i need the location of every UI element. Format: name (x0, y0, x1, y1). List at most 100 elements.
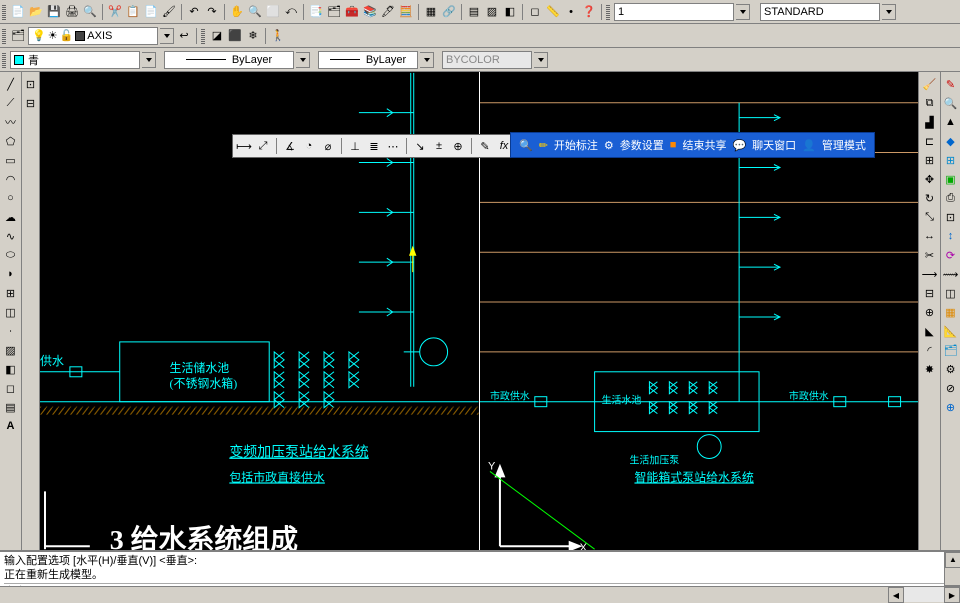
circle-icon[interactable]: ○ (3, 190, 19, 206)
revcloud-icon[interactable]: ☁ (3, 209, 19, 225)
sheet-icon[interactable]: 📚 (362, 4, 378, 20)
x9-icon[interactable]: ↕ (943, 228, 959, 244)
scroll-up-btn[interactable]: ▲ (945, 552, 960, 568)
open-icon[interactable]: 📂 (28, 4, 44, 20)
float-annot-toolbar[interactable]: 🔍 ✏ 开始标注 ⚙ 参数设置 ■ 结束共享 💬 聊天窗口 👤 管理模式 (510, 132, 875, 158)
stretch-icon[interactable]: ↔ (922, 228, 938, 244)
x17-icon[interactable]: ⊘ (943, 380, 959, 396)
scale-icon[interactable]: ⤡ (922, 209, 938, 225)
move-icon[interactable]: ✥ (922, 171, 938, 187)
scroll-track[interactable] (904, 587, 944, 602)
plotstyle-combo[interactable]: BYCOLOR (442, 51, 532, 69)
save-icon[interactable]: 💾 (46, 4, 62, 20)
scroll-right-btn[interactable]: ▶ (944, 587, 960, 603)
dim-edit-icon[interactable]: ✎ (477, 138, 493, 154)
linetype-combo[interactable]: ByLayer (164, 51, 294, 69)
rotate-icon[interactable]: ↻ (922, 190, 938, 206)
ellipse-icon[interactable]: ⬭ (3, 247, 19, 263)
spline-icon[interactable]: ∿ (3, 228, 19, 244)
tbl-icon[interactable]: ▤ (466, 4, 482, 20)
tool-a-icon[interactable]: ⊡ (23, 76, 39, 92)
color-combo[interactable]: 青 (10, 51, 140, 69)
new-icon[interactable]: 📄 (10, 4, 26, 20)
layer-combo[interactable]: 💡 ☀ 🔓 AXIS (28, 27, 158, 45)
grip[interactable] (2, 4, 6, 20)
x18-icon[interactable]: ⊕ (943, 399, 959, 415)
help-icon[interactable]: ❓ (581, 4, 597, 20)
annot-end[interactable]: 结束共享 (682, 137, 726, 153)
x12-icon[interactable]: ◫ (943, 285, 959, 301)
gear-icon[interactable]: ⚙ (604, 139, 614, 152)
x11-icon[interactable]: ⟿ (943, 266, 959, 282)
hatch-icon[interactable]: ▨ (484, 4, 500, 20)
scale-dd[interactable] (736, 4, 750, 20)
trim-icon[interactable]: ✂ (922, 247, 938, 263)
dim-ang-icon[interactable]: ∡ (282, 138, 298, 154)
annot-start[interactable]: 开始标注 (554, 137, 598, 153)
explode-icon[interactable]: ✸ (922, 361, 938, 377)
insert-icon[interactable]: ⊞ (3, 285, 19, 301)
dist-icon[interactable]: 📏 (545, 4, 561, 20)
extend-icon[interactable]: ⟶ (922, 266, 938, 282)
layer-walk-icon[interactable]: 🚶 (270, 28, 286, 44)
block-icon[interactable]: ◫ (3, 304, 19, 320)
textstyle-combo[interactable]: STANDARD (760, 3, 880, 21)
pencil-icon[interactable]: ✏ (539, 139, 548, 152)
tool-b-icon[interactable]: ⊟ (23, 95, 39, 111)
pline-icon[interactable]: 〰 (3, 114, 19, 130)
dim-base-icon[interactable]: ≣ (366, 138, 382, 154)
markup-icon[interactable]: 🖊 (380, 4, 396, 20)
layer-mgr-icon[interactable]: 🗂 (10, 28, 26, 44)
h-scrollbar[interactable]: ◀ ▶ (0, 586, 960, 602)
undo-icon[interactable]: ↶ (186, 4, 202, 20)
region-icon[interactable]: ◻ (3, 380, 19, 396)
point-icon[interactable]: ∙ (3, 323, 19, 339)
pan-icon[interactable]: ✋ (229, 4, 245, 20)
x10-icon[interactable]: ⟳ (943, 247, 959, 263)
earc-icon[interactable]: ◗ (3, 266, 19, 282)
grip[interactable] (2, 52, 6, 68)
block-icon[interactable]: ▦ (423, 4, 439, 20)
print-icon[interactable]: 🖨 (64, 4, 80, 20)
fillet-icon[interactable]: ◜ (922, 342, 938, 358)
arc-icon[interactable]: ◠ (3, 171, 19, 187)
annot-chat[interactable]: 聊天窗口 (752, 137, 796, 153)
copy-obj-icon[interactable]: ⧉ (922, 95, 938, 111)
dim-cen-icon[interactable]: ⊕ (450, 138, 466, 154)
x6-icon[interactable]: ▣ (943, 171, 959, 187)
break-icon[interactable]: ⊟ (922, 285, 938, 301)
lineweight-dd[interactable] (420, 52, 434, 68)
annot-param[interactable]: 参数设置 (620, 137, 664, 153)
x5-icon[interactable]: ⊞ (943, 152, 959, 168)
dim-ord-icon[interactable]: ⊥ (347, 138, 363, 154)
tp-icon[interactable]: 🧰 (344, 4, 360, 20)
lineweight-combo[interactable]: ByLayer (318, 51, 418, 69)
table-icon[interactable]: ▤ (3, 399, 19, 415)
x4-icon[interactable]: ◆ (943, 133, 959, 149)
erase-icon[interactable]: 🧹 (922, 76, 938, 92)
grip[interactable] (606, 4, 610, 20)
rect-icon[interactable]: ▭ (3, 152, 19, 168)
mtext-icon[interactable]: A (3, 418, 19, 434)
offset-icon[interactable]: ⊏ (922, 133, 938, 149)
paste-icon[interactable]: 📄 (143, 4, 159, 20)
textstyle-dd[interactable] (882, 4, 896, 20)
grip[interactable] (201, 28, 205, 44)
magnify-icon[interactable]: 🔍 (519, 139, 533, 152)
grad-icon[interactable]: ◧ (3, 361, 19, 377)
scroll-left-btn[interactable]: ◀ (888, 587, 904, 603)
preview-icon[interactable]: 🔍 (82, 4, 98, 20)
copy-icon[interactable]: 📋 (125, 4, 141, 20)
x3-icon[interactable]: ▲ (943, 114, 959, 130)
x16-icon[interactable]: ⚙ (943, 361, 959, 377)
dim-rad-icon[interactable]: ◔ (301, 138, 317, 154)
redo-icon[interactable]: ↷ (204, 4, 220, 20)
linetype-dd[interactable] (296, 52, 310, 68)
match-icon[interactable]: 🖌 (161, 4, 177, 20)
calc-icon[interactable]: 🧮 (398, 4, 414, 20)
cut-icon[interactable]: ✂️ (107, 4, 123, 20)
annot-admin[interactable]: 管理模式 (822, 137, 866, 153)
array-icon[interactable]: ⊞ (922, 152, 938, 168)
x7-icon[interactable]: ⎙ (943, 190, 959, 206)
dim-cont-icon[interactable]: ⋯ (385, 138, 401, 154)
